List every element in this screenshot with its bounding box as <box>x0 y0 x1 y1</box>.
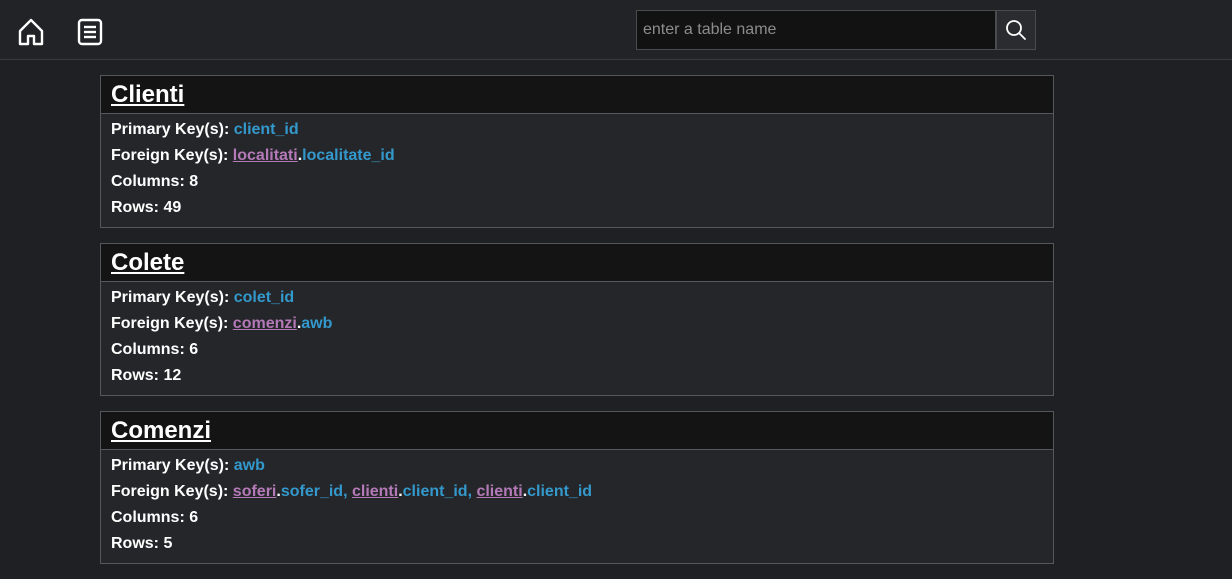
fk-table-link[interactable]: comenzi <box>233 315 297 332</box>
columns-row: Columns: 6 <box>111 508 1043 534</box>
foreign-keys-row: Foreign Key(s): comenzi.awb <box>111 315 333 332</box>
card-header: Clienti <box>101 76 1053 114</box>
table-list: Clienti Primary Key(s): client_id Foreig… <box>100 75 1054 579</box>
search-input[interactable] <box>636 10 996 50</box>
home-icon[interactable] <box>16 17 46 47</box>
columns-count: 6 <box>189 341 199 358</box>
rows-row: Rows: 5 <box>111 534 1043 560</box>
columns-row: Columns: 8 <box>111 172 1043 198</box>
table-title-link[interactable]: Comenzi <box>111 417 211 444</box>
rows-row: Rows: 12 <box>111 366 1043 392</box>
foreign-keys-row: Foreign Key(s): localitati.localitate_id <box>111 147 395 164</box>
top-bar <box>0 0 1232 60</box>
primary-keys-label: Primary Key(s): <box>111 457 234 474</box>
columns-count: 6 <box>189 509 199 526</box>
fk-table-link[interactable]: clienti <box>476 483 522 500</box>
table-card-comenzi: Comenzi Primary Key(s): awb Foreign Key(… <box>100 411 1054 564</box>
search-icon <box>1006 20 1026 40</box>
rows-count: 12 <box>163 367 182 384</box>
fk-table-link[interactable]: localitati <box>233 147 298 164</box>
columns-row: Columns: 6 <box>111 340 1043 366</box>
columns-count: 8 <box>189 173 199 190</box>
primary-key-value: colet_id <box>233 289 295 306</box>
fk-table-link[interactable]: clienti <box>352 483 398 500</box>
table-card-colete: Colete Primary Key(s): colet_id Foreign … <box>100 243 1054 396</box>
primary-key-value: awb <box>233 457 265 474</box>
foreign-keys-label: Foreign Key(s): <box>111 147 233 164</box>
primary-keys-row: Primary Key(s): awb <box>111 456 1043 482</box>
rows-count: 49 <box>163 199 182 216</box>
primary-key-value: client_id <box>233 121 299 138</box>
table-title-link[interactable]: Clienti <box>111 81 184 108</box>
card-header: Comenzi <box>101 412 1053 450</box>
fk-column: localitate_id <box>302 147 395 164</box>
fk-separator: , <box>343 483 352 500</box>
card-body: Primary Key(s): client_id Foreign Key(s)… <box>101 114 1053 224</box>
foreign-keys-label: Foreign Key(s): <box>111 315 233 332</box>
rows-label: Rows: <box>111 367 164 384</box>
search-button[interactable] <box>996 10 1036 50</box>
card-header: Colete <box>101 244 1053 282</box>
card-body: Primary Key(s): awb Foreign Key(s): sofe… <box>101 450 1053 560</box>
columns-label: Columns: <box>111 341 190 358</box>
foreign-keys-label: Foreign Key(s): <box>111 483 233 500</box>
rows-label: Rows: <box>111 199 164 216</box>
rows-count: 5 <box>163 535 173 552</box>
fk-column: sofer_id <box>280 483 344 500</box>
table-title-link[interactable]: Colete <box>111 249 184 276</box>
primary-keys-label: Primary Key(s): <box>111 121 234 138</box>
rows-row: Rows: 49 <box>111 198 1043 224</box>
primary-keys-label: Primary Key(s): <box>111 289 234 306</box>
fk-table-link[interactable]: soferi <box>233 483 277 500</box>
primary-keys-row: Primary Key(s): colet_id <box>111 288 1043 314</box>
fk-column: client_id <box>402 483 468 500</box>
card-body: Primary Key(s): colet_id Foreign Key(s):… <box>101 282 1053 392</box>
fk-column: awb <box>301 315 333 332</box>
table-card-clienti: Clienti Primary Key(s): client_id Foreig… <box>100 75 1054 228</box>
rows-label: Rows: <box>111 535 164 552</box>
columns-label: Columns: <box>111 173 190 190</box>
list-icon[interactable] <box>75 17 105 47</box>
columns-label: Columns: <box>111 509 190 526</box>
primary-keys-row: Primary Key(s): client_id <box>111 120 1043 146</box>
fk-column: client_id <box>527 483 593 500</box>
foreign-keys-row: Foreign Key(s): soferi.sofer_id, clienti… <box>111 483 593 500</box>
